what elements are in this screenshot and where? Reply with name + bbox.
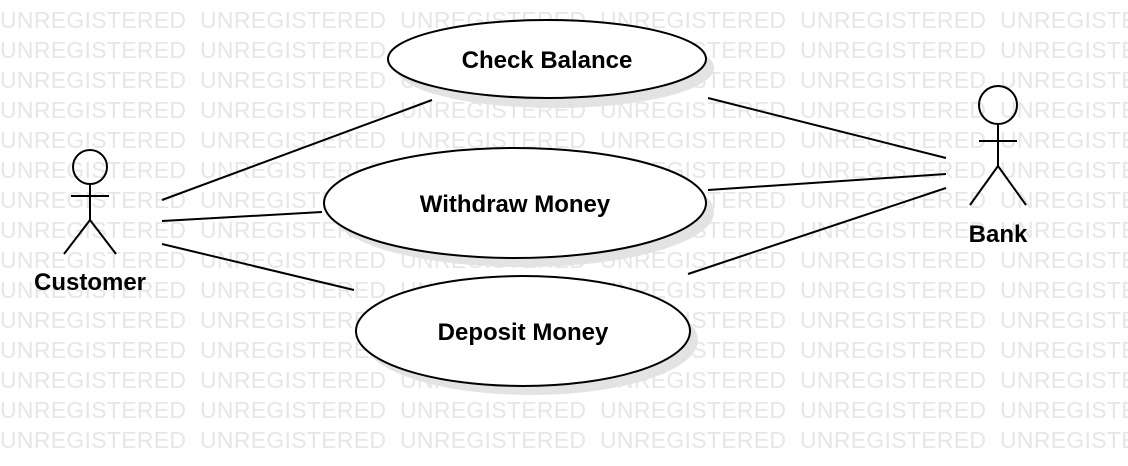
watermark-text: UNREGISTERED <box>0 307 186 333</box>
watermark-text: UNREGISTERED <box>1000 67 1128 93</box>
watermark-text: UNREGISTERED <box>800 337 986 363</box>
watermark-text: UNREGISTERED <box>200 427 386 453</box>
watermark-text: UNREGISTERED <box>0 37 186 63</box>
watermark-text: UNREGISTERED <box>1000 187 1128 213</box>
watermark-text: UNREGISTERED <box>0 337 186 363</box>
use-case-check-balance[interactable]: Check Balance <box>387 19 714 108</box>
watermark-text: UNREGISTERED <box>800 397 986 423</box>
watermark-text: UNREGISTERED <box>1000 97 1128 123</box>
watermark-text: UNREGISTERED <box>1000 397 1128 423</box>
watermark-text: UNREGISTERED <box>800 37 986 63</box>
actor-label: Bank <box>969 221 1028 248</box>
watermark-text: UNREGISTERED <box>800 217 986 243</box>
watermark-text: UNREGISTERED <box>200 37 386 63</box>
watermark-text: UNREGISTERED <box>200 277 386 303</box>
watermark-text: UNREGISTERED <box>0 427 186 453</box>
watermark-text: UNREGISTERED <box>1000 367 1128 393</box>
watermark-text: UNREGISTERED <box>1000 37 1128 63</box>
watermark-text: UNREGISTERED <box>600 397 786 423</box>
watermark-text: UNREGISTERED <box>0 397 186 423</box>
watermark-text: UNREGISTERED <box>0 217 186 243</box>
watermark-text: UNREGISTERED <box>1000 337 1128 363</box>
watermark-text: UNREGISTERED <box>1000 247 1128 273</box>
watermark-text: UNREGISTERED <box>0 67 186 93</box>
watermark-text: UNREGISTERED <box>1000 277 1128 303</box>
watermark-text: UNREGISTERED <box>800 127 986 153</box>
watermark-text: UNREGISTERED <box>1000 127 1128 153</box>
watermark-text: UNREGISTERED <box>400 397 586 423</box>
use-case-label: Withdraw Money <box>420 191 611 218</box>
watermark-text: UNREGISTERED <box>600 427 786 453</box>
use-case-withdraw-money[interactable]: Withdraw Money <box>323 147 714 267</box>
watermark-text: UNREGISTERED <box>200 7 386 33</box>
watermark-text: UNREGISTERED <box>200 67 386 93</box>
watermark-text: UNREGISTERED <box>200 367 386 393</box>
use-case-label: Deposit Money <box>438 319 609 346</box>
use-case-label: Check Balance <box>462 47 633 74</box>
watermark-text: UNREGISTERED <box>0 127 186 153</box>
watermark-text: UNREGISTERED <box>800 7 986 33</box>
watermark-text: UNREGISTERED <box>200 97 386 123</box>
watermark-text: UNREGISTERED <box>0 367 186 393</box>
watermark-text: UNREGISTERED <box>800 67 986 93</box>
watermark-text: UNREGISTERED <box>800 367 986 393</box>
watermark-text: UNREGISTERED <box>0 187 186 213</box>
use-case-diagram: UNREGISTERED UNREGISTERED UNREGISTERED UNRE… <box>0 7 1128 453</box>
actor-label: Customer <box>34 269 146 296</box>
watermark-text: UNREGISTERED <box>200 127 386 153</box>
watermark-text: UNREGISTERED <box>0 7 186 33</box>
watermark-text: UNREGISTERED <box>200 397 386 423</box>
watermark-text: UNREGISTERED <box>800 427 986 453</box>
watermark-text: UNREGISTERED <box>400 427 586 453</box>
watermark-text: UNREGISTERED <box>800 97 986 123</box>
watermark-text: UNREGISTERED <box>1000 7 1128 33</box>
watermark-text: UNREGISTERED <box>0 157 186 183</box>
watermark-text: UNREGISTERED <box>800 247 986 273</box>
watermark-text: UNREGISTERED <box>600 127 786 153</box>
watermark-text: UNREGISTERED <box>0 97 186 123</box>
watermark-text: UNREGISTERED <box>1000 427 1128 453</box>
watermark-text: UNREGISTERED <box>800 277 986 303</box>
watermark-text: UNREGISTERED <box>800 157 986 183</box>
watermark-text: UNREGISTERED <box>800 187 986 213</box>
watermark-text: UNREGISTERED <box>800 307 986 333</box>
watermark-text: UNREGISTERED <box>1000 307 1128 333</box>
watermark-text: UNREGISTERED <box>1000 157 1128 183</box>
